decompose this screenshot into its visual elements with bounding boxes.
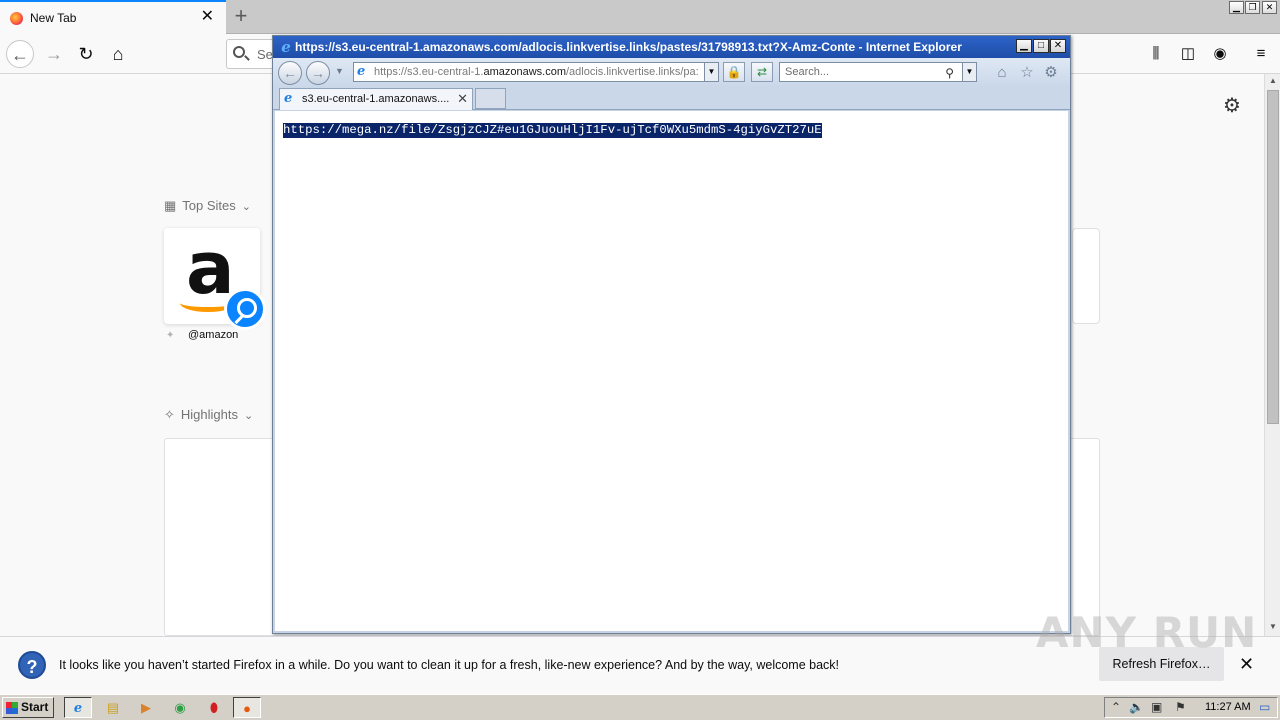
top-site-tile-amazon[interactable]: a (164, 228, 266, 330)
home-icon[interactable]: ⌂ (993, 64, 1011, 82)
favorites-star-icon[interactable]: ☆ (1018, 64, 1036, 82)
tools-gear-icon[interactable]: ⚙ (1042, 64, 1060, 82)
sparkle-icon: ✧ (164, 407, 175, 422)
url-domain: amazonaws.com (483, 66, 566, 78)
refresh-icon[interactable]: ⇄ (751, 62, 773, 82)
ie-tab-title: s3.eu-central-1.amazonaws.... (302, 93, 450, 105)
url-bar-placeholder: Se (257, 47, 273, 62)
taskbar-media-player-icon[interactable]: ▶ (132, 697, 160, 718)
lock-icon[interactable]: 🔒 (723, 62, 745, 82)
ie-minimize-button[interactable]: ▁ (1016, 39, 1032, 53)
tray-expand-icon[interactable]: ⌃ (1111, 700, 1121, 714)
taskbar-firefox-icon[interactable]: ● (233, 697, 261, 718)
internet-explorer-icon: e (284, 91, 293, 106)
reload-button[interactable]: ↻ (72, 40, 100, 68)
menu-icon[interactable]: ≡ (1251, 44, 1271, 64)
notification-close-icon[interactable]: ✕ (1239, 655, 1254, 673)
internet-explorer-window: e https://s3.eu-central-1.amazonaws.com/… (272, 35, 1071, 634)
page-icon: e (357, 64, 366, 79)
top-site-tile-empty[interactable] (1072, 228, 1100, 324)
ie-tab-active[interactable]: e s3.eu-central-1.amazonaws.... ✕ (279, 88, 473, 110)
search-icon[interactable]: ⚲ (945, 66, 954, 80)
clock[interactable]: 11:27 AM (1205, 701, 1251, 713)
show-desktop-icon[interactable]: ▭ (1259, 700, 1270, 714)
ie-page-content: https://mega.nz/file/ZsgjzCJZ#eu1GJuouHl… (275, 111, 1068, 631)
top-site-label: @amazon (188, 329, 239, 341)
restore-button[interactable]: ❐ (1245, 1, 1260, 14)
search-icon (233, 46, 245, 58)
taskbar-chrome-icon[interactable]: ◉ (166, 697, 194, 718)
search-shortcut-icon (224, 288, 266, 330)
recent-pages-dropdown-icon[interactable]: ▼ (335, 66, 344, 76)
scrollbar-thumb[interactable] (1267, 90, 1279, 424)
gear-icon[interactable]: ⚙ (1223, 93, 1241, 118)
sidebar-icon[interactable]: ◫ (1178, 44, 1198, 64)
address-dropdown-icon[interactable]: ▼ (704, 63, 718, 81)
start-button[interactable]: Start (2, 697, 54, 718)
taskbar-ie-icon[interactable]: e (64, 697, 92, 718)
highlights-header[interactable]: ✧ Highlights ⌄ (164, 407, 253, 423)
close-window-button[interactable]: ✕ (1262, 1, 1277, 14)
home-button[interactable]: ⌂ (104, 40, 132, 68)
ie-toolbar: ← → ▼ e https://s3.eu-central-1.amazonaw… (273, 58, 1070, 86)
windows-taskbar: Start e ▤ ▶ ◉ ⬮ ● ⌃ 🔈 ▣ ⚑ 11:27 AM ▭ (0, 694, 1280, 720)
taskbar-opera-icon[interactable]: ⬮ (200, 697, 228, 718)
volume-icon[interactable]: 🔈 (1129, 700, 1144, 714)
firefox-tab-title: New Tab (30, 11, 77, 25)
ie-address-url: https://s3.eu-central-1.amazonaws.com/ad… (374, 66, 700, 78)
internet-explorer-icon: e (281, 38, 291, 56)
ie-address-bar[interactable]: e https://s3.eu-central-1.amazonaws.com/… (353, 62, 719, 82)
account-icon[interactable]: ◉ (1210, 44, 1230, 64)
pin-icon: ✦ (166, 330, 175, 341)
chevron-down-icon: ⌄ (241, 201, 251, 213)
ie-tab-row: e s3.eu-central-1.amazonaws.... ✕ (273, 86, 1070, 110)
ie-window-title: https://s3.eu-central-1.amazonaws.com/ad… (295, 40, 962, 54)
tab-close-icon[interactable]: ✕ (201, 9, 214, 25)
ie-new-tab-button[interactable] (475, 88, 506, 109)
top-sites-title: Top Sites (182, 198, 236, 213)
question-icon: ? (18, 651, 46, 679)
grid-icon: ▦ (164, 198, 177, 213)
flag-icon[interactable]: ⚑ (1175, 700, 1186, 714)
chevron-down-icon: ⌄ (244, 410, 254, 422)
ie-close-button[interactable]: ✕ (1050, 39, 1066, 53)
ie-maximize-button[interactable]: □ (1033, 39, 1049, 53)
ie-back-button[interactable]: ← (278, 61, 302, 85)
scroll-down-icon[interactable]: ▼ (1265, 620, 1280, 634)
forward-button[interactable]: → (40, 40, 68, 68)
top-sites-header[interactable]: ▦ Top Sites ⌄ (164, 198, 251, 214)
search-dropdown-icon[interactable]: ▼ (962, 63, 976, 81)
new-tab-button[interactable]: + (230, 3, 252, 29)
firefox-tab-new-tab[interactable]: New Tab ✕ (0, 0, 226, 34)
page-scrollbar[interactable]: ▲ ▼ (1264, 74, 1280, 636)
ie-title-bar[interactable]: e https://s3.eu-central-1.amazonaws.com/… (273, 36, 1070, 58)
watermark-logo: ANY RUN (1036, 608, 1258, 657)
ie-tab-close-icon[interactable]: ✕ (457, 91, 468, 107)
taskbar-explorer-icon[interactable]: ▤ (99, 697, 127, 718)
back-button[interactable]: ← (6, 40, 34, 68)
system-tray: ⌃ 🔈 ▣ ⚑ 11:27 AM ▭ (1104, 697, 1278, 718)
notification-message: It looks like you haven’t started Firefo… (59, 658, 840, 672)
network-icon[interactable]: ▣ (1151, 700, 1162, 714)
ie-forward-button[interactable]: → (306, 61, 330, 85)
scroll-up-icon[interactable]: ▲ (1265, 74, 1280, 88)
ie-search-box[interactable]: Search... ⚲ ▼ (779, 62, 977, 82)
library-icon[interactable]: ⫼ (1146, 44, 1166, 64)
url-prefix: https://s3.eu-central-1. (374, 66, 484, 78)
selected-text-link[interactable]: https://mega.nz/file/ZsgjzCJZ#eu1GJuouHl… (283, 123, 822, 138)
minimize-button[interactable]: ▁ (1229, 1, 1244, 14)
highlights-title: Highlights (180, 407, 238, 422)
ie-search-placeholder: Search... (785, 66, 830, 78)
firefox-tab-bar: New Tab ✕ + ▁ ❐ ✕ (0, 0, 1280, 34)
firefox-icon (10, 12, 23, 25)
url-rest: /adlocis.linkvertise.links/pa: (566, 66, 699, 78)
